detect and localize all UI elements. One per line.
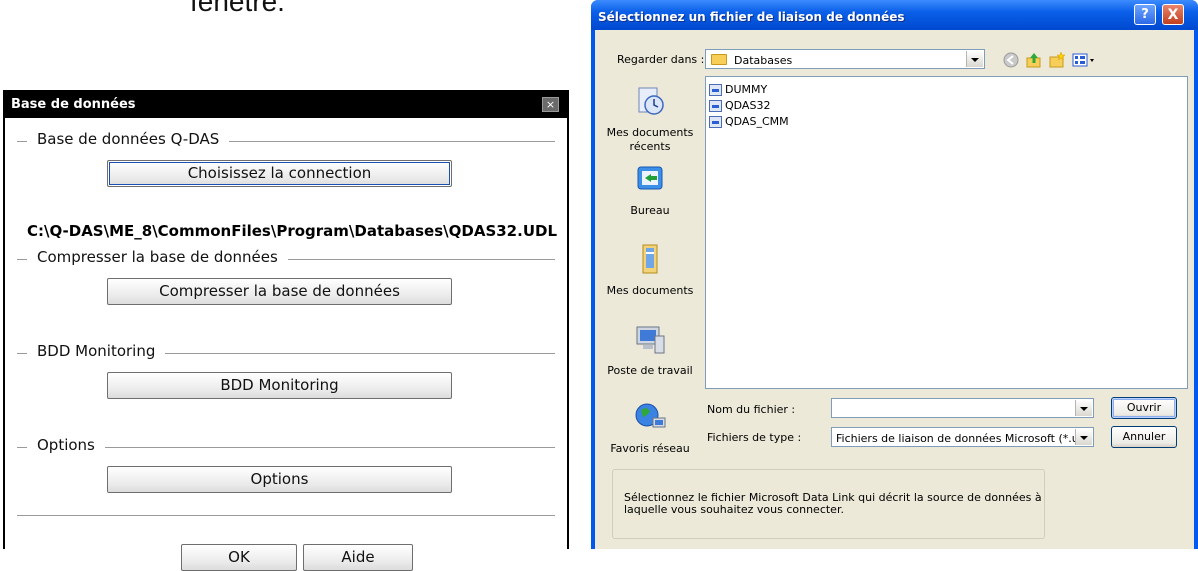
up-folder-icon[interactable] — [1025, 51, 1043, 69]
options-button[interactable]: Options — [107, 466, 452, 493]
chevron-down-icon[interactable] — [1075, 400, 1092, 416]
new-folder-icon[interactable] — [1048, 51, 1066, 69]
places-bar: Mes documents récents Bureau Mes documen… — [601, 74, 699, 470]
place-recent-documents[interactable]: Mes documents récents — [601, 84, 699, 154]
data-link-file-icon — [709, 100, 722, 112]
open-button[interactable]: Ouvrir — [1111, 397, 1177, 419]
database-dialog-body: Base de données Q-DAS Choisissez la conn… — [5, 118, 567, 571]
file-name: QDAS_CMM — [725, 115, 789, 128]
section-label: Base de données Q-DAS — [27, 130, 230, 148]
footer-divider — [17, 515, 555, 516]
file-dialog-body: Regarder dans : Databases Mes documents … — [595, 30, 1194, 549]
ok-button[interactable]: OK — [181, 544, 297, 571]
file-name-label: Nom du fichier : — [707, 403, 796, 416]
place-label: Bureau — [630, 204, 670, 217]
info-text: Sélectionnez le fichier Microsoft Data L… — [624, 491, 1042, 516]
back-icon[interactable] — [1002, 51, 1020, 69]
data-link-file-icon — [709, 116, 722, 128]
look-in-dropdown[interactable]: Databases — [705, 49, 985, 69]
close-icon[interactable]: X — [1162, 4, 1184, 25]
place-label: Mes documents récents — [606, 126, 694, 153]
look-in-label: Regarder dans : — [617, 53, 705, 66]
file-list[interactable]: DUMMY QDAS32 QDAS_CMM — [705, 76, 1188, 389]
help-icon[interactable]: ? — [1134, 4, 1156, 25]
folder-icon — [711, 54, 727, 65]
section-label: Options — [27, 436, 105, 454]
file-name: QDAS32 — [725, 99, 771, 112]
place-desktop[interactable]: Bureau — [601, 162, 699, 218]
section-compress: Compresser la base de données — [17, 248, 555, 268]
file-type-value: Fichiers de liaison de données Microsoft… — [836, 432, 1094, 445]
choose-connection-button[interactable]: Choisissez la connection — [107, 160, 452, 187]
view-menu-icon[interactable] — [1071, 51, 1097, 69]
file-dialog-titlebar: Sélectionnez un fichier de liaison de do… — [591, 0, 1198, 30]
desktop-icon — [637, 166, 663, 190]
info-box: Sélectionnez le fichier Microsoft Data L… — [612, 469, 1045, 539]
section-label: Compresser la base de données — [27, 248, 288, 266]
file-name: DUMMY — [725, 83, 768, 96]
place-network-places[interactable]: Favoris réseau — [601, 400, 699, 456]
section-options: Options — [17, 436, 555, 456]
chevron-down-icon[interactable] — [1075, 429, 1092, 445]
close-icon[interactable]: × — [542, 97, 559, 112]
place-my-computer[interactable]: Poste de travail — [601, 322, 699, 378]
file-dialog: Sélectionnez un fichier de liaison de do… — [591, 0, 1198, 549]
database-dialog: Base de données × Base de données Q-DAS … — [3, 90, 569, 571]
bdd-monitoring-button[interactable]: BDD Monitoring — [107, 372, 452, 399]
my-documents-icon — [642, 244, 658, 274]
file-type-dropdown[interactable]: Fichiers de liaison de données Microsoft… — [831, 427, 1094, 447]
connection-path: C:\Q-DAS\ME_8\CommonFiles\Program\Databa… — [27, 222, 558, 240]
database-dialog-titlebar: Base de données × — [5, 92, 567, 118]
background-caption: fenêtre. — [190, 0, 285, 17]
section-monitoring: BDD Monitoring — [17, 342, 555, 362]
network-places-icon — [635, 403, 666, 428]
data-link-file-icon — [709, 84, 722, 96]
file-name-input[interactable] — [831, 398, 1094, 418]
place-my-documents[interactable]: Mes documents — [601, 242, 699, 298]
recent-documents-icon — [638, 87, 664, 115]
my-computer-icon — [636, 326, 665, 354]
file-dialog-title: Sélectionnez un fichier de liaison de do… — [598, 10, 905, 24]
cancel-button[interactable]: Annuler — [1111, 426, 1177, 448]
help-button[interactable]: Aide — [303, 544, 413, 571]
place-label: Mes documents — [606, 284, 694, 297]
place-label: Poste de travail — [607, 364, 693, 377]
section-qdas-database: Base de données Q-DAS — [17, 130, 555, 150]
database-dialog-title: Base de données — [11, 97, 136, 112]
file-type-label: Fichiers de type : — [707, 431, 802, 444]
look-in-value: Databases — [734, 54, 793, 67]
section-label: BDD Monitoring — [27, 342, 166, 360]
place-label: Favoris réseau — [610, 442, 690, 455]
compress-database-button[interactable]: Compresser la base de données — [107, 278, 452, 305]
chevron-down-icon[interactable] — [966, 51, 983, 67]
